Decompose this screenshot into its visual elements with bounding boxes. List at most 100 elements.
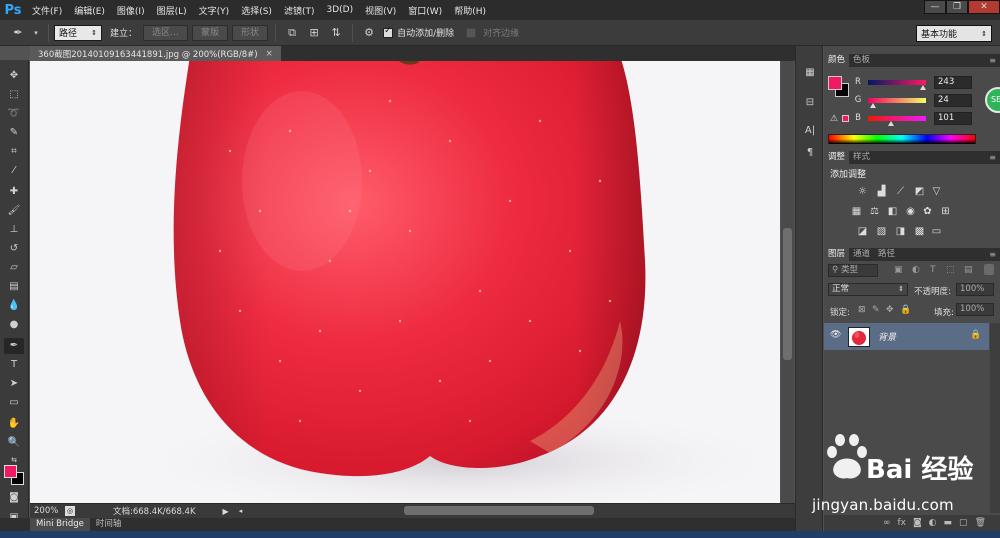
filter-adjustment-icon[interactable]: ◐: [912, 265, 920, 275]
hue-saturation-icon[interactable]: ▦: [850, 206, 863, 217]
web-color-swatch[interactable]: [842, 115, 849, 122]
eyedropper-tool-icon[interactable]: ⁄: [4, 163, 24, 179]
align-edges-checkbox[interactable]: [466, 27, 477, 38]
crop-tool-icon[interactable]: ⌗: [4, 144, 24, 160]
brush-tool-icon[interactable]: 🖌: [4, 203, 24, 219]
path-arrangement-icon[interactable]: ⇅: [328, 25, 344, 41]
vibrance-icon[interactable]: ▽: [930, 186, 943, 197]
status-menu-arrow-icon[interactable]: ▶: [223, 507, 229, 516]
history-brush-tool-icon[interactable]: ↺: [4, 241, 24, 257]
color-balance-icon[interactable]: ⚖: [868, 206, 881, 217]
blue-slider-thumb[interactable]: [887, 120, 894, 126]
path-operations-icon[interactable]: ⧉: [284, 25, 300, 41]
invert-icon[interactable]: ◪: [856, 226, 869, 237]
blue-channel-slider[interactable]: [868, 115, 926, 126]
black-white-icon[interactable]: ◧: [886, 206, 899, 217]
panel-menu-icon[interactable]: ≡: [989, 153, 996, 162]
red-channel-slider[interactable]: [868, 79, 927, 90]
close-tab-icon[interactable]: ×: [266, 49, 273, 59]
menu-3d[interactable]: 3D(D): [320, 5, 359, 15]
posterize-icon[interactable]: ▧: [875, 226, 888, 237]
tab-paths[interactable]: 路径: [874, 248, 899, 261]
tab-color[interactable]: 颜色: [824, 54, 850, 67]
green-channel-value[interactable]: 24: [934, 93, 972, 107]
layers-scrollbar[interactable]: [990, 323, 1000, 513]
threshold-icon[interactable]: ◨: [894, 226, 907, 237]
properties-panel-icon[interactable]: ⊟: [802, 96, 818, 110]
gamut-warning-icon[interactable]: ⚠: [830, 114, 838, 124]
gradient-map-icon[interactable]: ▭: [930, 226, 943, 237]
red-slider-thumb[interactable]: [920, 84, 927, 90]
tab-layers[interactable]: 图层: [824, 248, 850, 261]
document-tab[interactable]: 360截图20140109163441891.jpg @ 200%(RGB/8#…: [30, 46, 281, 61]
brightness-contrast-icon[interactable]: ☼: [856, 186, 869, 197]
menu-view[interactable]: 视图(V): [359, 4, 402, 17]
green-slider-thumb[interactable]: [870, 102, 877, 108]
selective-color-icon[interactable]: ▩: [913, 226, 926, 237]
character-panel-icon[interactable]: A|: [802, 124, 818, 138]
paragraph-panel-icon[interactable]: ¶: [802, 146, 818, 160]
lock-transparent-icon[interactable]: ⊠: [858, 305, 866, 315]
panel-menu-icon[interactable]: ≡: [989, 250, 996, 259]
pen-tool-icon[interactable]: ✒: [4, 338, 24, 354]
layer-name[interactable]: 背景: [878, 330, 896, 343]
delete-layer-icon[interactable]: 🗑: [975, 518, 986, 528]
curves-icon[interactable]: ⟋: [894, 186, 907, 197]
lock-position-icon[interactable]: ✥: [886, 305, 894, 315]
menu-image[interactable]: 图像(I): [111, 4, 151, 17]
pen-tool-preset-icon[interactable]: ✒: [10, 25, 26, 41]
filter-smart-object-icon[interactable]: ▤: [964, 265, 973, 275]
zoom-level[interactable]: 200%: [30, 506, 63, 516]
document-canvas[interactable]: [30, 61, 780, 503]
lock-image-icon[interactable]: ✎: [872, 305, 880, 315]
history-panel-icon[interactable]: ▦: [802, 66, 818, 80]
type-tool-icon[interactable]: T: [4, 357, 24, 373]
panel-menu-icon[interactable]: ≡: [989, 56, 996, 65]
menu-file[interactable]: 文件(F): [26, 4, 68, 17]
levels-icon[interactable]: ▟: [875, 186, 888, 197]
rectangle-tool-icon[interactable]: ▭: [4, 395, 24, 411]
move-tool-icon[interactable]: ✥: [4, 68, 24, 84]
vertical-scroll-thumb[interactable]: [783, 228, 792, 360]
color-lookup-icon[interactable]: ⊞: [939, 206, 952, 217]
filter-type-icon[interactable]: T: [930, 265, 936, 275]
shape-button[interactable]: 形状: [232, 24, 269, 41]
photo-filter-icon[interactable]: ◉: [904, 206, 917, 217]
gear-icon[interactable]: ⚙: [361, 25, 377, 41]
tab-timeline[interactable]: 时间轴: [90, 518, 128, 531]
auto-add-delete-checkbox[interactable]: [383, 26, 394, 38]
mask-button[interactable]: 蒙版: [192, 24, 229, 41]
lock-all-icon[interactable]: 🔒: [900, 305, 911, 315]
layer-row[interactable]: 👁 背景 🔒: [824, 323, 989, 350]
dodge-tool-icon[interactable]: ●: [4, 317, 24, 333]
menu-layer[interactable]: 图层(L): [151, 4, 193, 17]
red-channel-value[interactable]: 243: [934, 75, 972, 89]
eraser-tool-icon[interactable]: ▱: [4, 260, 24, 276]
channel-mixer-icon[interactable]: ✿: [921, 206, 934, 217]
tab-mini-bridge[interactable]: Mini Bridge: [30, 518, 90, 531]
layer-filter-select[interactable]: ⚲ 类型: [828, 264, 878, 277]
fill-field[interactable]: 100%: [956, 303, 994, 316]
scroll-left-icon[interactable]: ◂: [239, 507, 243, 515]
foreground-color-swatch[interactable]: [4, 465, 17, 478]
tab-styles[interactable]: 样式: [849, 151, 874, 164]
blue-channel-value[interactable]: 101: [934, 111, 972, 125]
menu-type[interactable]: 文字(Y): [193, 4, 236, 17]
gradient-tool-icon[interactable]: ▤: [4, 279, 24, 295]
blur-tool-icon[interactable]: 💧: [4, 298, 24, 314]
filter-pixel-icon[interactable]: ▣: [894, 265, 903, 275]
path-alignment-icon[interactable]: ⊞: [306, 25, 322, 41]
quick-mask-icon[interactable]: ◙: [4, 490, 24, 506]
menu-select[interactable]: 选择(S): [235, 4, 278, 17]
path-selection-tool-icon[interactable]: ➤: [4, 376, 24, 392]
hand-tool-icon[interactable]: ✋: [4, 416, 24, 432]
menu-edit[interactable]: 编辑(E): [68, 4, 111, 17]
tab-adjustments[interactable]: 调整: [824, 151, 850, 164]
healing-brush-tool-icon[interactable]: ✚: [4, 184, 24, 200]
workspace-select[interactable]: 基本功能 ⇕: [916, 25, 992, 42]
lasso-tool-icon[interactable]: ➰: [4, 106, 24, 122]
filter-shape-icon[interactable]: ⬚: [946, 265, 955, 275]
quick-selection-tool-icon[interactable]: ✎: [4, 125, 24, 141]
menu-filter[interactable]: 滤镜(T): [278, 4, 321, 17]
minimize-button[interactable]: —: [924, 0, 946, 14]
